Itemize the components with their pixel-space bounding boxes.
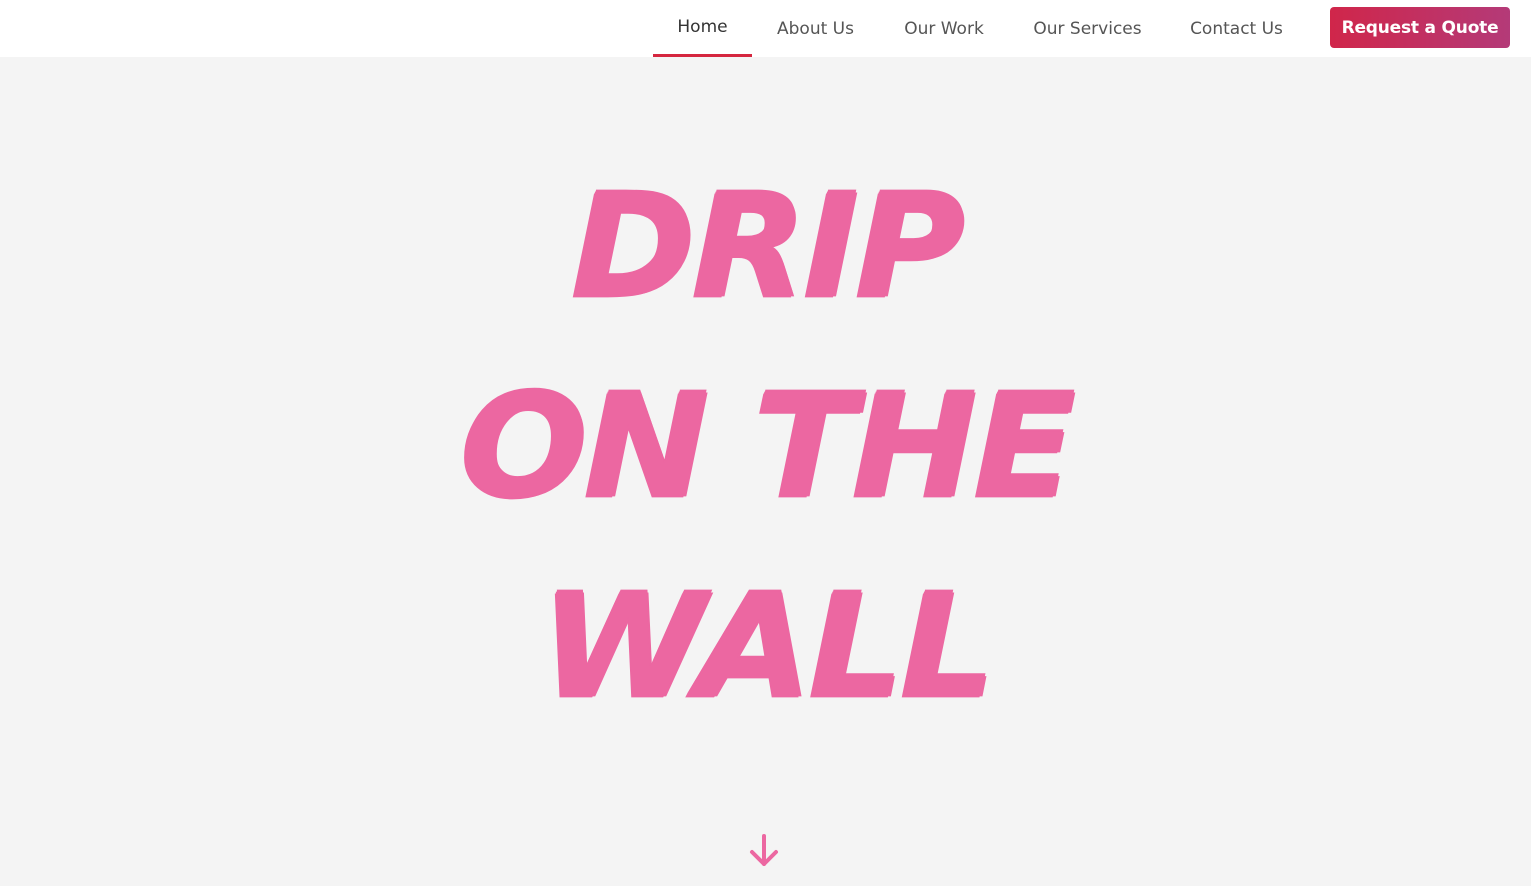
hero-section: Drip On the Wall	[0, 57, 1531, 886]
arrow-down-icon[interactable]	[748, 833, 780, 869]
hero-title: Drip On the Wall	[0, 147, 1531, 747]
request-quote-button[interactable]: Request a Quote	[1330, 7, 1510, 48]
nav-item-home[interactable]: Home	[653, 0, 752, 57]
nav-item-contact-us[interactable]: Contact Us	[1171, 0, 1302, 57]
hero-title-line-2: On the	[459, 364, 1076, 530]
hero-title-line-1: Drip	[570, 164, 965, 330]
nav-item-our-work[interactable]: Our Work	[884, 0, 1004, 57]
nav-item-about-us[interactable]: About Us	[758, 0, 873, 57]
nav-item-our-services[interactable]: Our Services	[1015, 0, 1160, 57]
hero-title-line-3: Wall	[539, 564, 995, 730]
top-navbar: Home About Us Our Work Our Services Cont…	[0, 0, 1531, 57]
